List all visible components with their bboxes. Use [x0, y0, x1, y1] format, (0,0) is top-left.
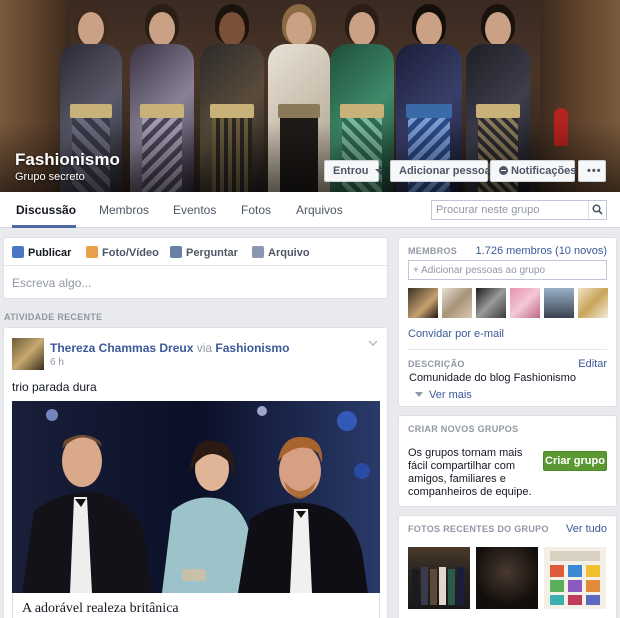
group-photo-image	[412, 567, 464, 605]
member-avatar[interactable]	[510, 288, 540, 318]
group-photo-thumb[interactable]	[544, 547, 606, 609]
file-icon	[252, 246, 264, 258]
joined-button[interactable]: Entrou	[324, 160, 383, 182]
cover-photo[interactable]: Fashionismo Grupo secreto Entrou Adicion…	[0, 0, 620, 192]
member-avatar[interactable]	[442, 288, 472, 318]
link-preview[interactable]: A adorável realeza britânica	[12, 593, 380, 618]
see-more-label: Ver mais	[429, 389, 472, 401]
ask-question-label: Perguntar	[186, 247, 238, 259]
question-icon	[170, 246, 182, 258]
ask-question-action[interactable]: Perguntar	[170, 246, 238, 259]
recent-photos-card: FOTOS RECENTES DO GRUPO Ver tudo	[398, 515, 617, 618]
composer-actions: Publicar Foto/Vídeo Perguntar Arquivo	[4, 238, 387, 266]
feed-post: Thereza Chammas Dreux via Fashionismo 6 …	[3, 327, 388, 618]
create-group-button[interactable]: Criar grupo	[543, 451, 607, 471]
group-privacy: Grupo secreto	[15, 171, 85, 183]
see-more-link[interactable]: Ver mais	[415, 389, 472, 401]
via-text: via	[196, 341, 213, 355]
file-label: Arquivo	[268, 247, 310, 259]
publish-label: Publicar	[28, 247, 72, 259]
post-photo-image	[12, 401, 380, 593]
members-heading: MEMBROS	[408, 246, 458, 256]
active-tab-indicator	[12, 225, 76, 228]
add-member-field	[408, 260, 607, 280]
search-input[interactable]	[432, 201, 587, 219]
tab-events[interactable]: Eventos	[173, 203, 216, 217]
member-avatar[interactable]	[408, 288, 438, 318]
group-name[interactable]: Fashionismo	[15, 150, 120, 170]
joined-label: Entrou	[333, 165, 369, 177]
group-nav: Discussão Membros Eventos Fotos Arquivos	[0, 192, 620, 228]
see-all-photos-link[interactable]: Ver tudo	[566, 523, 607, 535]
divider	[408, 349, 607, 350]
link-title[interactable]: A adorável realeza britânica	[22, 601, 179, 617]
post-options-chevron-icon[interactable]	[368, 340, 378, 347]
create-group-heading: CRIAR NOVOS GRUPOS	[408, 424, 519, 434]
post-author-line: Thereza Chammas Dreux via Fashionismo	[50, 341, 289, 355]
recent-photos-heading: FOTOS RECENTES DO GRUPO	[408, 524, 549, 534]
photo-video-action[interactable]: Foto/Vídeo	[86, 246, 159, 259]
post-photo[interactable]	[12, 401, 380, 593]
chevron-down-icon	[415, 392, 423, 397]
group-photo-image	[550, 551, 600, 605]
post-text: trio parada dura	[12, 380, 97, 394]
member-avatar[interactable]	[578, 288, 608, 318]
file-action[interactable]: Arquivo	[252, 246, 310, 259]
notifications-label: Notificações	[511, 165, 577, 177]
edit-description-link[interactable]: Editar	[578, 358, 607, 370]
chevron-down-icon	[374, 169, 383, 173]
notifications-button[interactable]: Notificações	[490, 160, 577, 182]
photo-icon	[86, 246, 98, 258]
description-heading: DESCRIÇÃO	[408, 359, 465, 369]
create-group-text: Os grupos tornam mais fácil compartilhar…	[408, 447, 532, 498]
author-avatar[interactable]	[12, 338, 44, 370]
tab-photos[interactable]: Fotos	[241, 203, 271, 217]
photo-video-label: Foto/Vídeo	[102, 247, 159, 259]
publish-action[interactable]: Publicar	[12, 246, 71, 259]
composer: Publicar Foto/Vídeo Perguntar Arquivo Es…	[3, 237, 388, 299]
member-avatar[interactable]	[476, 288, 506, 318]
member-avatar[interactable]	[544, 288, 574, 318]
add-people-button[interactable]: Adicionar pessoas	[390, 160, 497, 182]
pencil-icon	[12, 246, 24, 258]
create-group-card: CRIAR NOVOS GRUPOS Os grupos tornam mais…	[398, 415, 617, 507]
add-member-input[interactable]	[409, 261, 606, 279]
group-link[interactable]: Fashionismo	[215, 341, 289, 355]
tab-discussion[interactable]: Discussão	[16, 203, 76, 217]
search-button[interactable]	[588, 201, 606, 219]
tab-files[interactable]: Arquivos	[296, 203, 343, 217]
post-timestamp[interactable]: 6 h	[50, 357, 64, 368]
group-search	[431, 200, 607, 220]
tab-members[interactable]: Membros	[99, 203, 149, 217]
members-count-link[interactable]: 1.726 membros (10 novos)	[476, 245, 607, 257]
invite-by-email-link[interactable]: Convidar por e-mail	[408, 328, 504, 340]
members-card: MEMBROS 1.726 membros (10 novos) Convida…	[398, 237, 617, 407]
author-name[interactable]: Thereza Chammas Dreux	[50, 341, 193, 355]
search-icon	[592, 204, 603, 215]
recent-activity-heading: ATIVIDADE RECENTE	[4, 312, 103, 322]
description-text: Comunidade do blog Fashionismo	[409, 372, 576, 384]
notifications-icon	[499, 166, 508, 175]
composer-input[interactable]: Escreva algo...	[12, 276, 91, 290]
group-photo-thumb[interactable]	[476, 547, 538, 609]
more-options-button[interactable]: •••	[578, 160, 606, 182]
group-photo-thumb[interactable]	[408, 547, 470, 609]
